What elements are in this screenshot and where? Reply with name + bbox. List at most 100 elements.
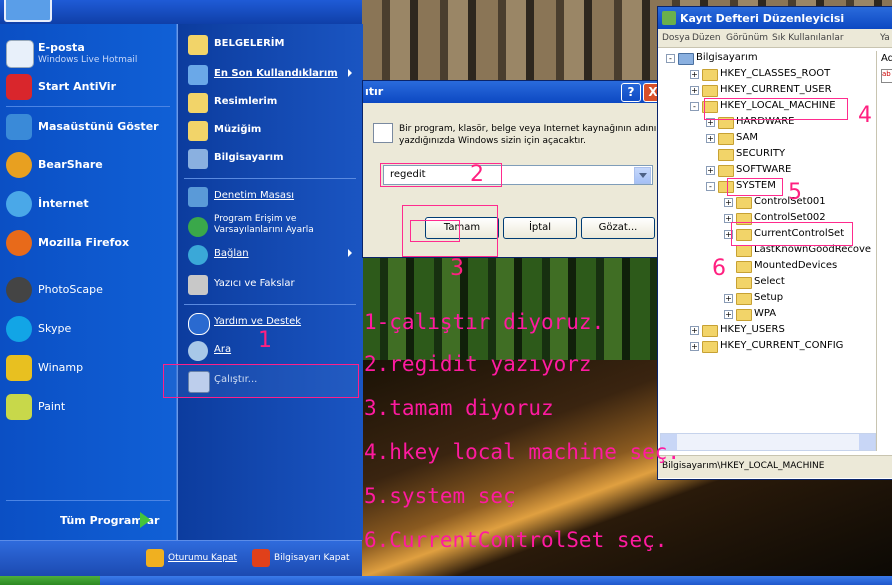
places-item-label: Varsayılanlarını Ayarla xyxy=(214,225,314,235)
tree-node-label: Bilgisayarım xyxy=(696,52,758,63)
expand-icon[interactable]: + xyxy=(690,86,699,95)
places-item-music[interactable]: Müziğim xyxy=(184,118,360,144)
menu-item-label: Masaüstünü Göster xyxy=(38,120,159,133)
places-item-program-access[interactable]: Program Erişim ve Varsayılanlarını Ayarl… xyxy=(184,214,360,240)
regedit-statusbar: Bilgisayarım\HKEY_LOCAL_MACHINE xyxy=(658,455,892,478)
menu-divider xyxy=(184,304,356,305)
annotation-number-5: 5 xyxy=(788,180,802,205)
menu-file[interactable]: Dosya xyxy=(662,33,690,43)
places-item-help[interactable]: Yardım ve Destek xyxy=(184,310,360,336)
annotation-number-4: 4 xyxy=(858,103,872,128)
folder-icon xyxy=(718,133,734,145)
expand-icon[interactable]: + xyxy=(724,310,733,319)
annotation-box-run xyxy=(163,364,359,398)
tree-node-label: HKEY_CLASSES_ROOT xyxy=(720,68,831,79)
folder-icon xyxy=(718,165,734,177)
expand-icon[interactable]: + xyxy=(690,342,699,351)
user-avatar[interactable] xyxy=(4,0,52,22)
network-icon xyxy=(188,245,208,265)
annotation-step-3: 3.tamam diyoruz xyxy=(364,396,554,420)
scroll-right-icon[interactable] xyxy=(859,434,875,450)
desktop-icon xyxy=(6,114,32,140)
bearshare-icon xyxy=(6,152,32,178)
search-icon xyxy=(188,341,208,361)
folder-icon xyxy=(736,277,752,289)
computer-icon xyxy=(678,53,694,65)
regedit-titlebar[interactable]: Kayıt Defteri Düzenleyicisi xyxy=(658,7,892,29)
program-access-icon xyxy=(188,217,208,237)
folder-icon xyxy=(702,85,718,97)
cancel-button[interactable]: İptal xyxy=(503,217,577,239)
tree-node-label: HKEY_USERS xyxy=(720,324,785,335)
expand-icon[interactable]: + xyxy=(724,198,733,207)
folder-icon xyxy=(736,245,752,257)
key-icon xyxy=(146,549,164,567)
places-item-computer[interactable]: Bilgisayarım xyxy=(184,146,360,172)
menu-item-skype[interactable]: Skype xyxy=(0,310,176,348)
places-item-control-panel[interactable]: Denetim Masası xyxy=(184,184,360,210)
expand-icon[interactable]: + xyxy=(724,294,733,303)
expand-icon[interactable]: + xyxy=(706,166,715,175)
places-item-pictures[interactable]: Resimlerim xyxy=(184,90,360,116)
run-program-icon xyxy=(373,123,393,143)
dropdown-arrow-icon[interactable] xyxy=(634,167,651,184)
places-item-label: Müziğim xyxy=(214,124,262,135)
recent-docs-icon xyxy=(188,65,208,85)
folder-icon xyxy=(702,341,718,353)
annotation-step-5: 5.system seç xyxy=(364,484,516,508)
folder-icon xyxy=(736,293,752,305)
folder-icon xyxy=(736,261,752,273)
menu-item-antivir[interactable]: Start AntiVir xyxy=(0,68,176,106)
collapse-icon[interactable]: - xyxy=(666,54,675,63)
menu-item-show-desktop[interactable]: Masaüstünü Göster xyxy=(0,108,176,146)
start-button[interactable] xyxy=(0,576,100,585)
menu-item-firefox[interactable]: Mozilla Firefox xyxy=(0,224,176,262)
places-item-recent[interactable]: En Son Kullandıklarım xyxy=(184,62,360,88)
folder-icon xyxy=(718,149,734,161)
help-icon xyxy=(188,313,210,335)
menu-view[interactable]: Görünüm xyxy=(726,33,768,43)
expand-icon[interactable]: + xyxy=(706,134,715,143)
menu-favorites[interactable]: Sık Kullanılanlar xyxy=(772,33,844,43)
menu-item-label: Skype xyxy=(38,322,72,335)
places-item-label: En Son Kullandıklarım xyxy=(214,68,338,79)
menu-item-email[interactable]: E-posta Windows Live Hotmail xyxy=(0,34,176,72)
places-item-documents[interactable]: BELGELERİM xyxy=(184,32,360,58)
expand-icon[interactable]: + xyxy=(690,326,699,335)
tree-node-label: HKEY_CURRENT_CONFIG xyxy=(720,340,844,351)
menu-edit[interactable]: Düzen xyxy=(692,33,721,43)
places-item-search[interactable]: Ara xyxy=(184,338,360,364)
menu-item-bearshare[interactable]: BearShare xyxy=(0,146,176,184)
browse-button[interactable]: Gözat... xyxy=(581,217,655,239)
places-item-label: Program Erişim ve xyxy=(214,214,297,224)
annotation-box-system xyxy=(727,178,783,196)
tree-node-label: Select xyxy=(754,276,785,287)
menu-divider xyxy=(6,500,170,501)
places-item-connect[interactable]: Bağlan xyxy=(184,242,360,268)
run-dialog-title: ıtır xyxy=(365,85,384,98)
help-button[interactable]: ? xyxy=(621,83,641,102)
tree-node-label: SOFTWARE xyxy=(736,164,792,175)
tree-node-label: WPA xyxy=(754,308,777,319)
run-dialog-titlebar[interactable]: ıtır ? X xyxy=(363,81,665,103)
menu-item-winamp[interactable]: Winamp xyxy=(0,349,176,387)
annotation-number-1: 1 xyxy=(258,328,272,353)
menu-item-internet[interactable]: İnternet xyxy=(0,185,176,223)
menu-divider xyxy=(184,178,356,179)
places-item-label: Resimlerim xyxy=(214,96,278,107)
control-panel-icon xyxy=(188,187,208,207)
submenu-arrow-icon xyxy=(348,249,352,257)
values-column-header[interactable]: Ad xyxy=(881,53,892,64)
tree-node-label: Setup xyxy=(754,292,784,303)
menu-item-paint[interactable]: Paint xyxy=(0,388,176,426)
collapse-icon[interactable]: - xyxy=(690,102,699,111)
horizontal-scrollbar[interactable] xyxy=(660,433,876,451)
menu-item-label: Mozilla Firefox xyxy=(38,236,130,249)
menu-help[interactable]: Ya xyxy=(880,33,890,43)
places-item-printers[interactable]: Yazıcı ve Fakslar xyxy=(184,272,360,298)
expand-icon[interactable]: + xyxy=(690,70,699,79)
run-dialog-message: Bir program, klasör, belge veya Internet… xyxy=(399,124,657,146)
menu-item-photoscape[interactable]: PhotoScape xyxy=(0,271,176,309)
collapse-icon[interactable]: - xyxy=(706,182,715,191)
annotation-box-ok-inner xyxy=(410,220,460,242)
